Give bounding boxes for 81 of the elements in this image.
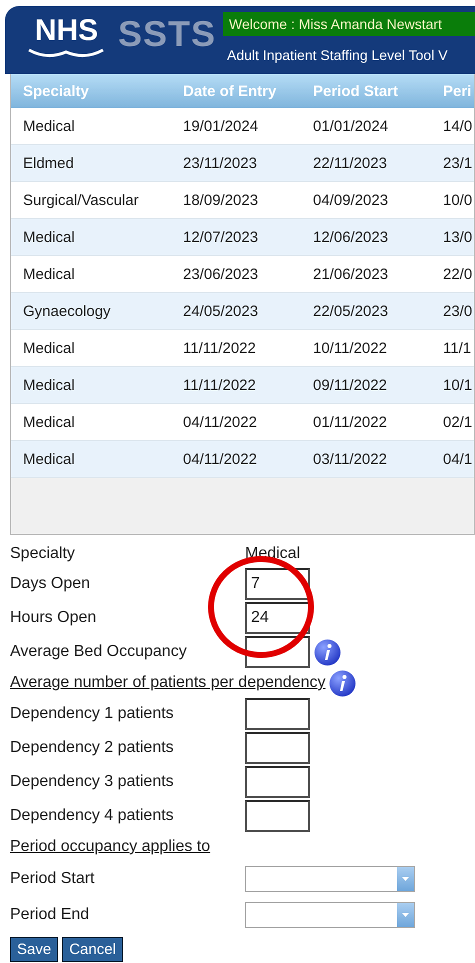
table-cell-text: Medical (22, 340, 76, 356)
table-cell-text: Medical (22, 266, 76, 282)
grid-row[interactable]: Medical 04/11/2022 03/11/2022 04/1 (11, 441, 474, 478)
welcome-message: Welcome : Miss Amanda Newstart (223, 12, 475, 36)
grid-row[interactable]: Medical 11/11/2022 10/11/2022 11/1 (11, 330, 474, 367)
dropdown-field[interactable] (245, 902, 415, 928)
table-cell-text: 04/09/2023 (312, 192, 390, 208)
table-cell-text: 10/1 (442, 376, 474, 394)
table-cell-text: Eldmed (22, 154, 75, 172)
table-cell-text: 19/01/2024 (182, 118, 260, 134)
field-label: Period End (10, 906, 90, 924)
field-label: Hours Open (10, 609, 98, 627)
table-cell-text: 24/05/2023 (182, 302, 260, 320)
table-cell-text: 09/11/2022 (312, 376, 388, 394)
field-label: Dependency 4 patients (10, 807, 175, 825)
table-cell-text: 12/07/2023 (182, 228, 260, 246)
table-cell-text: 23/11/2023 (182, 154, 258, 172)
table-cell-text: 13/0 (442, 228, 474, 246)
field-label: Average Bed Occupancy (10, 643, 188, 661)
table-cell-text: 02/1 (442, 414, 474, 430)
table-cell-text: 10/11/2022 (312, 340, 388, 356)
field-label: Days Open (10, 575, 92, 593)
table-cell-text: Medical (22, 118, 76, 134)
grid-row[interactable]: Eldmed 23/11/2023 22/11/2023 23/1 (11, 145, 474, 182)
grid-row[interactable]: Gynaecology 24/05/2023 22/05/2023 23/0 (11, 293, 474, 330)
field-label: Period Start (10, 870, 96, 888)
table-cell-text: Medical (22, 450, 76, 468)
form-button[interactable]: Cancel (62, 937, 123, 962)
input-field[interactable]: 7 (245, 568, 310, 600)
table-cell-text: 23/06/2023 (182, 266, 260, 282)
table-cell-text: 01/11/2022 (312, 414, 388, 430)
table-cell-text: 22/11/2023 (312, 154, 388, 172)
section-heading: Period occupancy applies to (10, 838, 210, 856)
grid-row[interactable]: Medical 19/01/2024 01/01/2024 14/0 (11, 108, 474, 145)
table-cell-text: 11/11/2022 (182, 340, 257, 356)
table-cell-text: Medical (22, 376, 76, 394)
table-cell-text: 04/11/2022 (182, 414, 258, 430)
table-cell-text: 11/11/2022 (182, 376, 257, 394)
table-cell-text: 01/01/2024 (312, 118, 390, 134)
caret-icon (402, 877, 409, 881)
logo-text: NHS (34, 16, 98, 46)
grid-row[interactable]: Medical 12/07/2023 12/06/2023 13/0 (11, 219, 474, 256)
table-cell-text: Surgical/Vascular (22, 192, 140, 208)
grid-row[interactable]: Medical 23/06/2023 21/06/2023 22/0 (11, 256, 474, 293)
table-cell-text: 03/11/2022 (312, 450, 388, 468)
table-cell-text: 04/1 (442, 450, 474, 468)
app-name: SSTS (118, 16, 216, 56)
field-label: Specialty (10, 545, 76, 563)
field-label: Dependency 2 patients (10, 739, 175, 757)
app-subtitle: Adult Inpatient Staffing Level Tool V (226, 47, 449, 63)
table-cell-text: 10/0 (442, 192, 474, 208)
table-cell-text: 04/11/2022 (182, 450, 258, 468)
table-cell-text: Medical (22, 414, 76, 430)
table-cell-text: 18/09/2023 (182, 192, 260, 208)
table-cell-text: 23/1 (442, 154, 474, 172)
caret-icon (402, 913, 409, 917)
grid-row[interactable]: Surgical/Vascular 18/09/2023 04/09/2023 10/0 (11, 182, 474, 219)
table-cell-text: 11/1 (442, 340, 472, 356)
input-field[interactable] (245, 698, 310, 730)
table-cell-text: 12/06/2023 (312, 228, 390, 246)
info-icon[interactable] (329, 670, 356, 696)
field-label: Dependency 1 patients (10, 705, 175, 723)
input-field[interactable] (245, 732, 310, 764)
dropdown-field[interactable] (245, 866, 415, 892)
table-cell-text: 21/06/2023 (312, 266, 390, 282)
info-icon[interactable] (314, 638, 341, 666)
grid-row[interactable]: Medical 04/11/2022 01/11/2022 02/1 (11, 404, 474, 441)
input-field[interactable] (245, 766, 310, 798)
form-button[interactable]: Save (10, 937, 58, 962)
table-cell-text: Gynaecology (22, 302, 112, 320)
table-cell-text: 22/0 (442, 266, 474, 282)
input-field[interactable] (245, 800, 310, 832)
wave-icon (27, 46, 106, 60)
table-cell-text: 22/05/2023 (312, 302, 390, 320)
table-cell-text: 14/0 (442, 118, 474, 134)
section-heading: Average number of patients per dependency (10, 674, 326, 692)
input-field[interactable]: 24 (245, 602, 310, 634)
grid-row[interactable]: Medical 11/11/2022 09/11/2022 10/1 (11, 367, 474, 404)
table-cell-text: 23/0 (442, 302, 474, 320)
table-cell-text: Medical (22, 228, 76, 246)
field-label: Dependency 3 patients (10, 773, 175, 791)
